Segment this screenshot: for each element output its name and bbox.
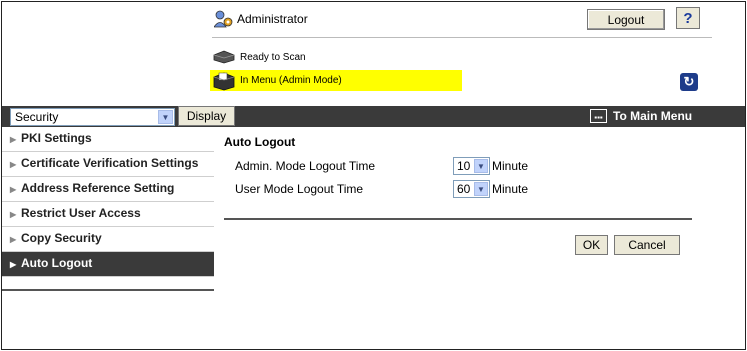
ready-label: Ready to Scan — [240, 51, 306, 63]
admin-label: Administrator — [237, 12, 308, 26]
main-menu-link[interactable]: ▪▪▪ To Main Menu — [590, 109, 692, 123]
sidebar-item-label: Restrict User Access — [21, 206, 141, 220]
admin-logout-unit: Minute — [492, 159, 529, 173]
refresh-icon[interactable]: ↻ — [680, 73, 698, 91]
sidebar-item-restrict-user-access[interactable]: ▶ Restrict User Access — [2, 202, 214, 227]
triangle-right-icon: ▶ — [10, 235, 17, 244]
admin-logout-select[interactable]: 10 ▼ — [453, 157, 490, 175]
triangle-right-icon: ▶ — [10, 160, 17, 169]
chevron-down-icon[interactable]: ▼ — [158, 110, 173, 124]
chevron-down-icon[interactable]: ▼ — [474, 182, 488, 196]
ready-status: Ready to Scan — [212, 50, 306, 64]
sidebar-item-label: Certificate Verification Settings — [21, 156, 199, 170]
admin-user-icon — [214, 10, 233, 28]
toolbar: Security ▼ Display ▪▪▪ To Main Menu — [2, 106, 745, 127]
triangle-right-icon: ▶ — [10, 210, 17, 219]
main-divider — [224, 218, 692, 220]
main-menu-label: To Main Menu — [613, 109, 693, 123]
main-menu-icon: ▪▪▪ — [590, 109, 607, 123]
category-select[interactable]: Security ▼ — [10, 108, 175, 126]
user-logout-row: User Mode Logout Time 60 ▼ Minute — [235, 180, 528, 198]
scanner-icon — [213, 50, 235, 64]
sidebar-bottom-divider — [2, 277, 214, 291]
sidebar-item-address-reference[interactable]: ▶ Address Reference Setting — [2, 177, 214, 202]
triangle-right-icon: ▶ — [10, 185, 17, 194]
sidebar-item-label: Copy Security — [21, 231, 102, 245]
menu-status-label: In Menu (Admin Mode) — [240, 75, 342, 86]
triangle-right-icon: ▶ — [10, 135, 17, 144]
chevron-down-icon[interactable]: ▼ — [474, 159, 488, 173]
sidebar: ▶ PKI Settings ▶ Certificate Verificatio… — [2, 127, 214, 291]
category-select-value: Security — [15, 110, 59, 124]
admin-logout-label: Admin. Mode Logout Time — [235, 159, 376, 173]
cancel-button[interactable]: Cancel — [614, 235, 680, 255]
ok-button[interactable]: OK — [575, 235, 608, 255]
admin-logout-row: Admin. Mode Logout Time 10 ▼ Minute — [235, 157, 528, 175]
sidebar-item-label: Auto Logout — [21, 256, 93, 270]
page-frame: Administrator Logout ? Ready to Scan In … — [1, 1, 746, 350]
sidebar-item-label: PKI Settings — [21, 131, 92, 145]
user-logout-select[interactable]: 60 ▼ — [453, 180, 490, 198]
sidebar-item-pki-settings[interactable]: ▶ PKI Settings — [2, 127, 214, 152]
sidebar-item-label: Address Reference Setting — [21, 181, 175, 195]
page-title: Auto Logout — [224, 135, 296, 149]
sidebar-item-certificate-verification[interactable]: ▶ Certificate Verification Settings — [2, 152, 214, 177]
admin-indicator: Administrator — [214, 10, 308, 28]
sidebar-item-auto-logout[interactable]: ▶ Auto Logout — [2, 252, 214, 277]
sidebar-item-copy-security[interactable]: ▶ Copy Security — [2, 227, 214, 252]
user-logout-label: User Mode Logout Time — [235, 182, 364, 196]
header-divider — [212, 37, 712, 38]
display-button[interactable]: Display — [178, 106, 235, 126]
printer-icon — [213, 72, 235, 90]
triangle-right-icon: ▶ — [10, 260, 17, 269]
menu-status-bar: In Menu (Admin Mode) — [210, 70, 462, 91]
admin-logout-value: 10 — [457, 159, 471, 173]
user-logout-unit: Minute — [492, 182, 529, 196]
logout-button[interactable]: Logout — [587, 9, 665, 30]
user-logout-value: 60 — [457, 182, 471, 196]
help-button[interactable]: ? — [676, 7, 700, 29]
